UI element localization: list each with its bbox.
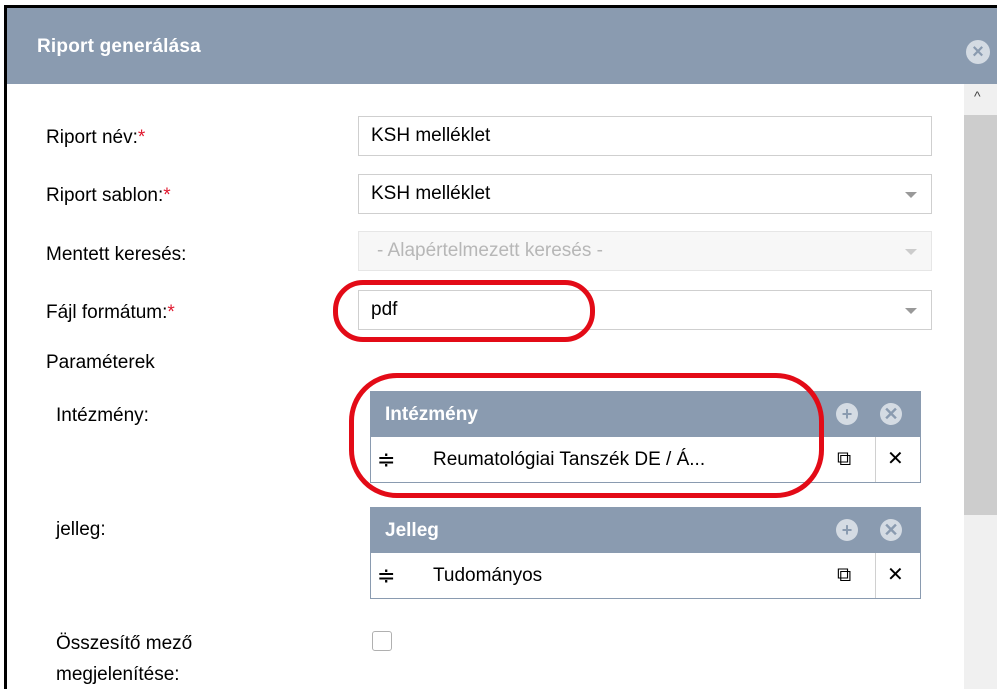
institution-label: Intézmény:: [56, 405, 149, 426]
close-icon[interactable]: ×: [966, 40, 990, 64]
parameters-heading: Paraméterek: [46, 352, 155, 373]
report-template-select[interactable]: KSH melléklet: [358, 174, 932, 214]
chevron-down-icon: [905, 249, 917, 255]
scrollbar-thumb[interactable]: [964, 115, 997, 515]
report-name-label-text: Riport név:: [46, 127, 138, 148]
summary-field-label: Összesítő mező megjelenítése:: [56, 628, 192, 690]
type-item-text: Tudományos: [433, 565, 543, 586]
summary-field-label-line1: Összesítő mező: [56, 633, 193, 654]
report-name-value: KSH melléklet: [371, 125, 491, 146]
divider: [875, 437, 876, 482]
external-link-icon[interactable]: ⧉: [837, 437, 851, 482]
required-marker: *: [163, 185, 171, 206]
annotation-highlight: [349, 373, 824, 498]
scroll-up-icon[interactable]: ^: [974, 88, 981, 104]
divider: [875, 553, 876, 598]
summary-field-label-line2: megjelenítése:: [56, 664, 180, 685]
chevron-down-icon: [905, 308, 917, 314]
remove-icon[interactable]: ✕: [887, 437, 904, 482]
report-name-input[interactable]: KSH melléklet: [358, 116, 932, 156]
report-template-label-text: Riport sablon:: [46, 185, 164, 206]
chevron-down-icon: [905, 192, 917, 198]
type-panel: Jelleg + ✕ ≑ Tudományos ⧉ ✕: [370, 507, 921, 599]
saved-search-select: - Alapértelmezett keresés -: [358, 231, 932, 271]
annotation-highlight: [333, 280, 595, 342]
drag-handle-icon[interactable]: ≑: [377, 553, 395, 598]
type-panel-title: Jelleg: [385, 520, 439, 541]
list-item: ≑ Tudományos ⧉ ✕: [371, 553, 920, 598]
summary-field-checkbox[interactable]: [372, 631, 392, 651]
clear-icon[interactable]: ✕: [880, 403, 902, 425]
type-label: jelleg:: [56, 519, 106, 540]
type-panel-header: Jelleg + ✕: [371, 508, 920, 553]
dialog-titlebar: Riport generálása ×: [7, 8, 997, 84]
external-link-icon[interactable]: ⧉: [837, 553, 851, 598]
report-name-label: Riport név:*: [46, 127, 145, 149]
report-template-value: KSH melléklet: [371, 183, 491, 204]
file-format-label-text: Fájl formátum:: [46, 302, 168, 323]
add-icon[interactable]: +: [836, 519, 858, 541]
required-marker: *: [167, 302, 175, 323]
saved-search-value: - Alapértelmezett keresés -: [377, 240, 603, 261]
required-marker: *: [137, 127, 146, 148]
saved-search-label: Mentett keresés:: [46, 244, 187, 265]
dialog-title: Riport generálása: [37, 36, 201, 57]
clear-icon[interactable]: ✕: [880, 519, 902, 541]
remove-icon[interactable]: ✕: [887, 553, 904, 598]
add-icon[interactable]: +: [836, 403, 858, 425]
file-format-label: Fájl formátum:*: [46, 302, 175, 324]
report-template-label: Riport sablon:*: [46, 185, 171, 207]
